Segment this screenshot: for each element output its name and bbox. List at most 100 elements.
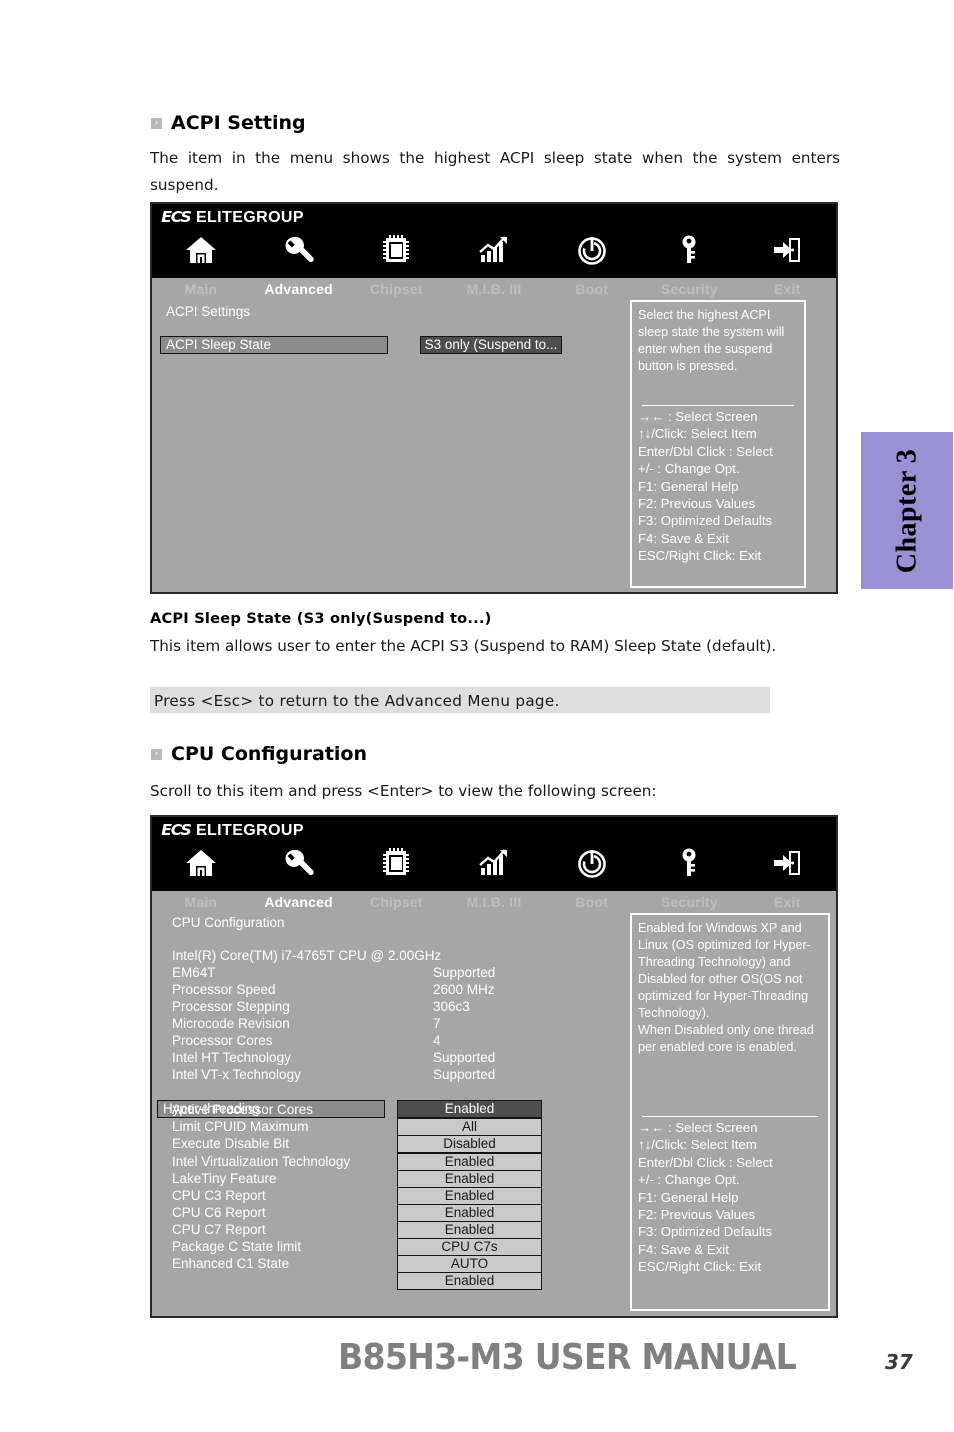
chapter-tab-label: Chapter 3 <box>891 448 923 573</box>
tab-exit[interactable]: Exit <box>738 281 836 297</box>
acpi-intro-paragraph: The item in the menu shows the highest A… <box>150 149 840 194</box>
info-row-label: Processor Cores <box>172 1033 273 1048</box>
setting-row-value-hyper-threading[interactable]: Enabled <box>397 1100 542 1118</box>
key-icon[interactable] <box>641 843 739 883</box>
cpu-model-text: Intel(R) Core(TM) i7-4765T CPU @ 2.00GHz <box>172 948 442 963</box>
help-panel-acpi: Select the highest ACPI sleep state the … <box>630 300 806 588</box>
cpu-configuration-title: CPU Configuration <box>172 915 285 930</box>
setting-row-value[interactable]: Enabled <box>397 1170 542 1188</box>
footer-manual-title: B85H3-M3 USER MANUAL <box>338 1337 797 1378</box>
footer-page-number: 37 <box>885 1350 913 1374</box>
chart-icon[interactable] <box>445 843 543 883</box>
info-row-value: Supported <box>433 965 496 980</box>
info-row-value: 2600 MHz <box>433 982 495 997</box>
bios-body-acpi: ACPI Settings ACPI Sleep State S3 only (… <box>152 300 836 592</box>
exit-door-icon[interactable] <box>738 230 836 270</box>
help-description-cpu: Enabled for Windows XP and Linux (OS opt… <box>638 921 814 1054</box>
tab-advanced[interactable]: Advanced <box>250 894 348 910</box>
exit-door-icon[interactable] <box>738 843 836 883</box>
help-panel-cpu: Enabled for Windows XP and Linux (OS opt… <box>630 913 830 1311</box>
heading-bullet-acpi: › <box>151 118 162 129</box>
tab-boot[interactable]: Boot <box>543 281 641 297</box>
bios-screen-cpu: ECS ELITEGROUP Main Advanced Chipset M.I… <box>150 815 838 1318</box>
tab-mib-iii[interactable]: M.I.B. III <box>445 281 543 297</box>
ecs-logo-cpu: ECS ELITEGROUP <box>161 821 304 840</box>
tab-exit[interactable]: Exit <box>738 894 836 910</box>
acpi-settings-title: ACPI Settings <box>166 304 251 319</box>
help-description-acpi: Select the highest ACPI sleep state the … <box>638 308 785 373</box>
wrench-icon[interactable] <box>250 230 348 270</box>
tab-advanced[interactable]: Advanced <box>250 281 348 297</box>
help-keys-acpi: →← : Select Screen ↑↓/Click: Select Item… <box>638 409 773 564</box>
acpi-sleep-state-value[interactable]: S3 only (Suspend to... <box>420 336 562 354</box>
wrench-icon[interactable] <box>250 843 348 883</box>
setting-row-label[interactable]: CPU C3 Report <box>172 1188 266 1203</box>
elitegroup-wordmark: ELITEGROUP <box>195 209 304 226</box>
bios-body-cpu: CPU Configuration Intel(R) Core(TM) i7-4… <box>152 913 836 1316</box>
power-icon[interactable] <box>543 230 641 270</box>
setting-row-label[interactable]: Enhanced C1 State <box>172 1256 289 1271</box>
tab-security[interactable]: Security <box>641 281 739 297</box>
setting-row-label[interactable]: LakeTiny Feature <box>172 1171 277 1186</box>
tab-main[interactable]: Main <box>152 281 250 297</box>
bios-nav-tabs-cpu: Main Advanced Chipset M.I.B. III Boot Se… <box>152 891 836 913</box>
key-icon[interactable] <box>641 230 739 270</box>
acpi-sleep-state-label[interactable]: ACPI Sleep State <box>160 336 388 354</box>
chip-icon[interactable] <box>347 843 445 883</box>
page-title-cpu-configuration: CPU Configuration <box>171 743 368 765</box>
ecs-mark: ECS <box>161 208 192 226</box>
setting-row-label[interactable]: CPU C7 Report <box>172 1222 266 1237</box>
setting-row-label[interactable]: Active Processor Cores <box>172 1102 313 1117</box>
setting-row-label[interactable]: Intel Virtualization Technology <box>172 1154 350 1169</box>
info-row-label: EM64T <box>172 965 216 980</box>
tab-boot[interactable]: Boot <box>543 894 641 910</box>
info-row-label: Intel VT-x Technology <box>172 1067 301 1082</box>
help-keys-cpu: →← : Select Screen ↑↓/Click: Select Item… <box>638 1120 773 1275</box>
setting-row-value[interactable]: Enabled <box>397 1221 542 1239</box>
info-row-value: 7 <box>433 1016 441 1031</box>
info-row-label: Microcode Revision <box>172 1016 290 1031</box>
info-row-value: Supported <box>433 1067 496 1082</box>
esc-note-band: Press <Esc> to return to the Advanced Me… <box>150 687 770 713</box>
ecs-mark: ECS <box>161 821 192 839</box>
setting-row-value[interactable]: Enabled <box>397 1187 542 1205</box>
info-row-label: Processor Speed <box>172 982 276 997</box>
tab-mib-iii[interactable]: M.I.B. III <box>445 894 543 910</box>
info-row-value: 4 <box>433 1033 441 1048</box>
bios-screen-acpi: ECS ELITEGROUP Main Advanced Chipset M.I… <box>150 202 838 594</box>
tab-security[interactable]: Security <box>641 894 739 910</box>
bios-nav-tabs-acpi: Main Advanced Chipset M.I.B. III Boot Se… <box>152 278 836 300</box>
page-title-acpi-setting: ACPI Setting <box>171 112 306 134</box>
setting-row-value[interactable]: Disabled <box>397 1135 542 1153</box>
setting-row-label[interactable]: Limit CPUID Maximum <box>172 1119 309 1134</box>
home-icon[interactable] <box>152 843 250 883</box>
home-icon[interactable] <box>152 230 250 270</box>
tab-chipset[interactable]: Chipset <box>347 894 445 910</box>
setting-row-value[interactable]: Enabled <box>397 1204 542 1222</box>
tab-chipset[interactable]: Chipset <box>347 281 445 297</box>
acpi-sleep-state-subheading: ACPI Sleep State (S3 only(Suspend to...) <box>150 610 492 627</box>
acpi-sleep-state-description: This item allows user to enter the ACPI … <box>150 637 777 655</box>
chart-icon[interactable] <box>445 230 543 270</box>
info-row-label: Processor Stepping <box>172 999 290 1014</box>
info-row-value: 306c3 <box>433 999 470 1014</box>
info-row-value: Supported <box>433 1050 496 1065</box>
setting-row-value[interactable]: All <box>397 1118 542 1136</box>
chip-icon[interactable] <box>347 230 445 270</box>
setting-row-value[interactable]: Enabled <box>397 1272 542 1290</box>
ecs-logo-acpi: ECS ELITEGROUP <box>161 208 304 227</box>
bios-nav-icon-row-cpu <box>152 843 836 883</box>
setting-row-label[interactable]: CPU C6 Report <box>172 1205 266 1220</box>
help-divider-cpu <box>642 1116 818 1117</box>
setting-row-value[interactable]: Enabled <box>397 1153 542 1171</box>
chapter-tab: Chapter 3 <box>861 432 953 589</box>
bios-header-bar-acpi: ECS ELITEGROUP <box>152 204 836 278</box>
setting-row-label[interactable]: Package C State limit <box>172 1239 301 1254</box>
info-row-label: Intel HT Technology <box>172 1050 291 1065</box>
setting-row-value[interactable]: AUTO <box>397 1255 542 1273</box>
tab-main[interactable]: Main <box>152 894 250 910</box>
power-icon[interactable] <box>543 843 641 883</box>
bios-header-bar-cpu: ECS ELITEGROUP <box>152 817 836 891</box>
setting-row-label[interactable]: Execute Disable Bit <box>172 1136 289 1151</box>
setting-row-value[interactable]: CPU C7s <box>397 1238 542 1256</box>
